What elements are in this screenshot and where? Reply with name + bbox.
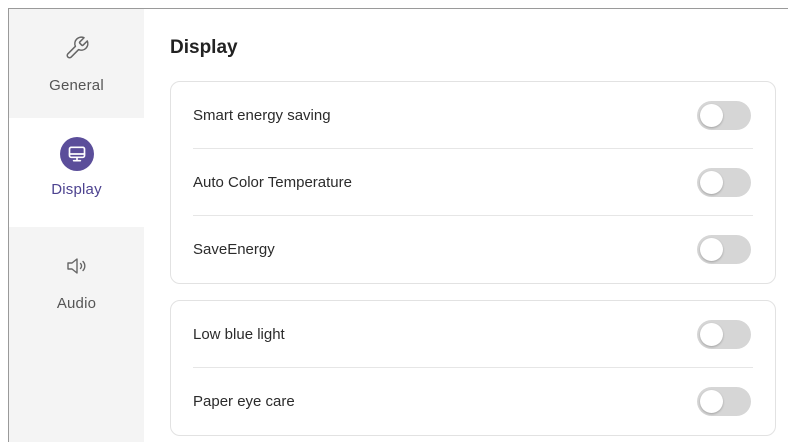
sidebar-item-label: Audio bbox=[56, 295, 97, 312]
toggle-knob bbox=[700, 390, 723, 413]
auto-color-temperature-toggle[interactable] bbox=[697, 167, 751, 197]
monitor-icon bbox=[59, 137, 94, 171]
setting-label: Low blue light bbox=[193, 325, 285, 343]
toggle-knob bbox=[700, 103, 723, 127]
page-title: Display bbox=[170, 37, 238, 58]
setting-row: Paper eye care bbox=[193, 368, 753, 435]
sidebar-item-display[interactable]: Display bbox=[9, 118, 144, 227]
setting-label: Smart energy saving bbox=[193, 106, 331, 124]
speaker-icon bbox=[60, 249, 94, 283]
settings-group: Low blue light Paper eye care bbox=[170, 300, 776, 436]
sidebar-item-label: General bbox=[49, 77, 104, 94]
settings-window: General Display Audio Display Smart ener… bbox=[8, 8, 788, 442]
setting-row: SaveEnergy bbox=[193, 216, 753, 283]
paper-eye-care-toggle[interactable] bbox=[697, 387, 751, 416]
sidebar-item-label: Display bbox=[51, 181, 102, 198]
setting-label: Auto Color Temperature bbox=[193, 173, 352, 191]
toggle-knob bbox=[700, 238, 723, 261]
setting-row: Low blue light bbox=[193, 301, 753, 368]
sidebar: General Display Audio bbox=[9, 9, 144, 442]
low-blue-light-toggle[interactable] bbox=[697, 319, 751, 349]
setting-label: SaveEnergy bbox=[193, 241, 275, 258]
setting-row: Auto Color Temperature bbox=[193, 149, 753, 216]
sidebar-item-general[interactable]: General bbox=[9, 9, 144, 118]
wrench-icon bbox=[60, 31, 94, 65]
smart-energy-saving-toggle[interactable] bbox=[697, 100, 751, 130]
save-energy-toggle[interactable] bbox=[697, 235, 751, 264]
main-content: Display Smart energy saving Auto Color T… bbox=[144, 9, 788, 442]
setting-label: Paper eye care bbox=[193, 393, 295, 410]
toggle-knob bbox=[700, 170, 723, 194]
setting-row: Smart energy saving bbox=[193, 82, 753, 149]
toggle-knob bbox=[700, 322, 723, 346]
sidebar-item-audio[interactable]: Audio bbox=[9, 227, 144, 336]
settings-group: Smart energy saving Auto Color Temperatu… bbox=[170, 81, 776, 284]
